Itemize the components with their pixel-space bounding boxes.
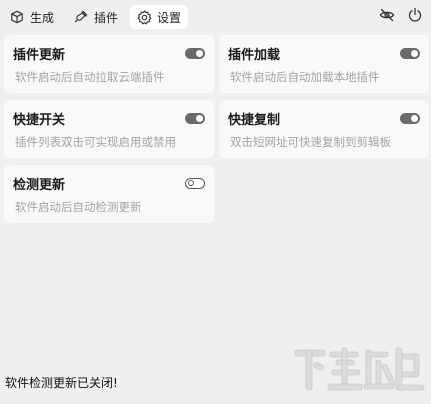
site-watermark-logo: [292, 340, 428, 400]
card-description: 软件启动后自动检测更新: [15, 200, 142, 214]
hide-toggle-button[interactable]: [377, 7, 397, 27]
plugin-load-toggle[interactable]: [400, 48, 420, 59]
card-description: 软件启动后自动加载本地插件: [230, 70, 380, 84]
plugin-update-toggle[interactable]: [185, 48, 205, 59]
tab-plugins-label: 插件: [94, 10, 119, 25]
check-update-toggle[interactable]: [185, 178, 205, 189]
setting-card-check-update: 检测更新 软件启动后自动检测更新: [4, 165, 214, 223]
toggle-knob: [196, 115, 203, 122]
quick-copy-toggle[interactable]: [400, 113, 420, 124]
tab-settings[interactable]: 设置: [130, 5, 188, 29]
plug-icon: [73, 9, 89, 25]
cube-icon: [9, 9, 25, 25]
card-description: 软件启动后自动拉取云端插件: [15, 70, 165, 84]
card-title: 插件更新: [13, 48, 66, 63]
card-description: 插件列表双击可实现启用或禁用: [15, 135, 176, 149]
power-icon: [407, 7, 423, 27]
setting-card-plugin-update: 插件更新 软件启动后自动拉取云端插件: [4, 35, 214, 93]
card-title: 快捷复制: [228, 113, 281, 128]
tab-generate-label: 生成: [30, 10, 55, 25]
toggle-knob: [196, 50, 203, 57]
tab-plugins[interactable]: 插件: [67, 5, 125, 29]
toggle-knob: [411, 50, 418, 57]
toggle-knob: [411, 115, 418, 122]
toggle-knob: [187, 180, 194, 187]
card-description: 双击短网址可快速复制到剪辑板: [230, 135, 391, 149]
tab-generate[interactable]: 生成: [3, 5, 63, 29]
setting-card-quick-switch: 快捷开关 插件列表双击可实现启用或禁用: [4, 100, 214, 158]
status-message: 软件检测更新已关闭!: [5, 376, 118, 390]
eye-off-icon: [379, 7, 395, 27]
setting-card-quick-copy: 快捷复制 双击短网址可快速复制到剪辑板: [219, 100, 429, 158]
card-title: 插件加载: [228, 48, 281, 63]
setting-card-plugin-load: 插件加载 软件启动后自动加载本地插件: [219, 35, 429, 93]
top-toolbar: 生成 插件 设置: [0, 0, 431, 34]
card-title: 检测更新: [13, 178, 66, 193]
tab-settings-label: 设置: [157, 10, 182, 25]
power-button[interactable]: [405, 7, 425, 27]
gear-icon: [136, 9, 152, 25]
card-title: 快捷开关: [13, 113, 66, 128]
quick-switch-toggle[interactable]: [185, 113, 205, 124]
